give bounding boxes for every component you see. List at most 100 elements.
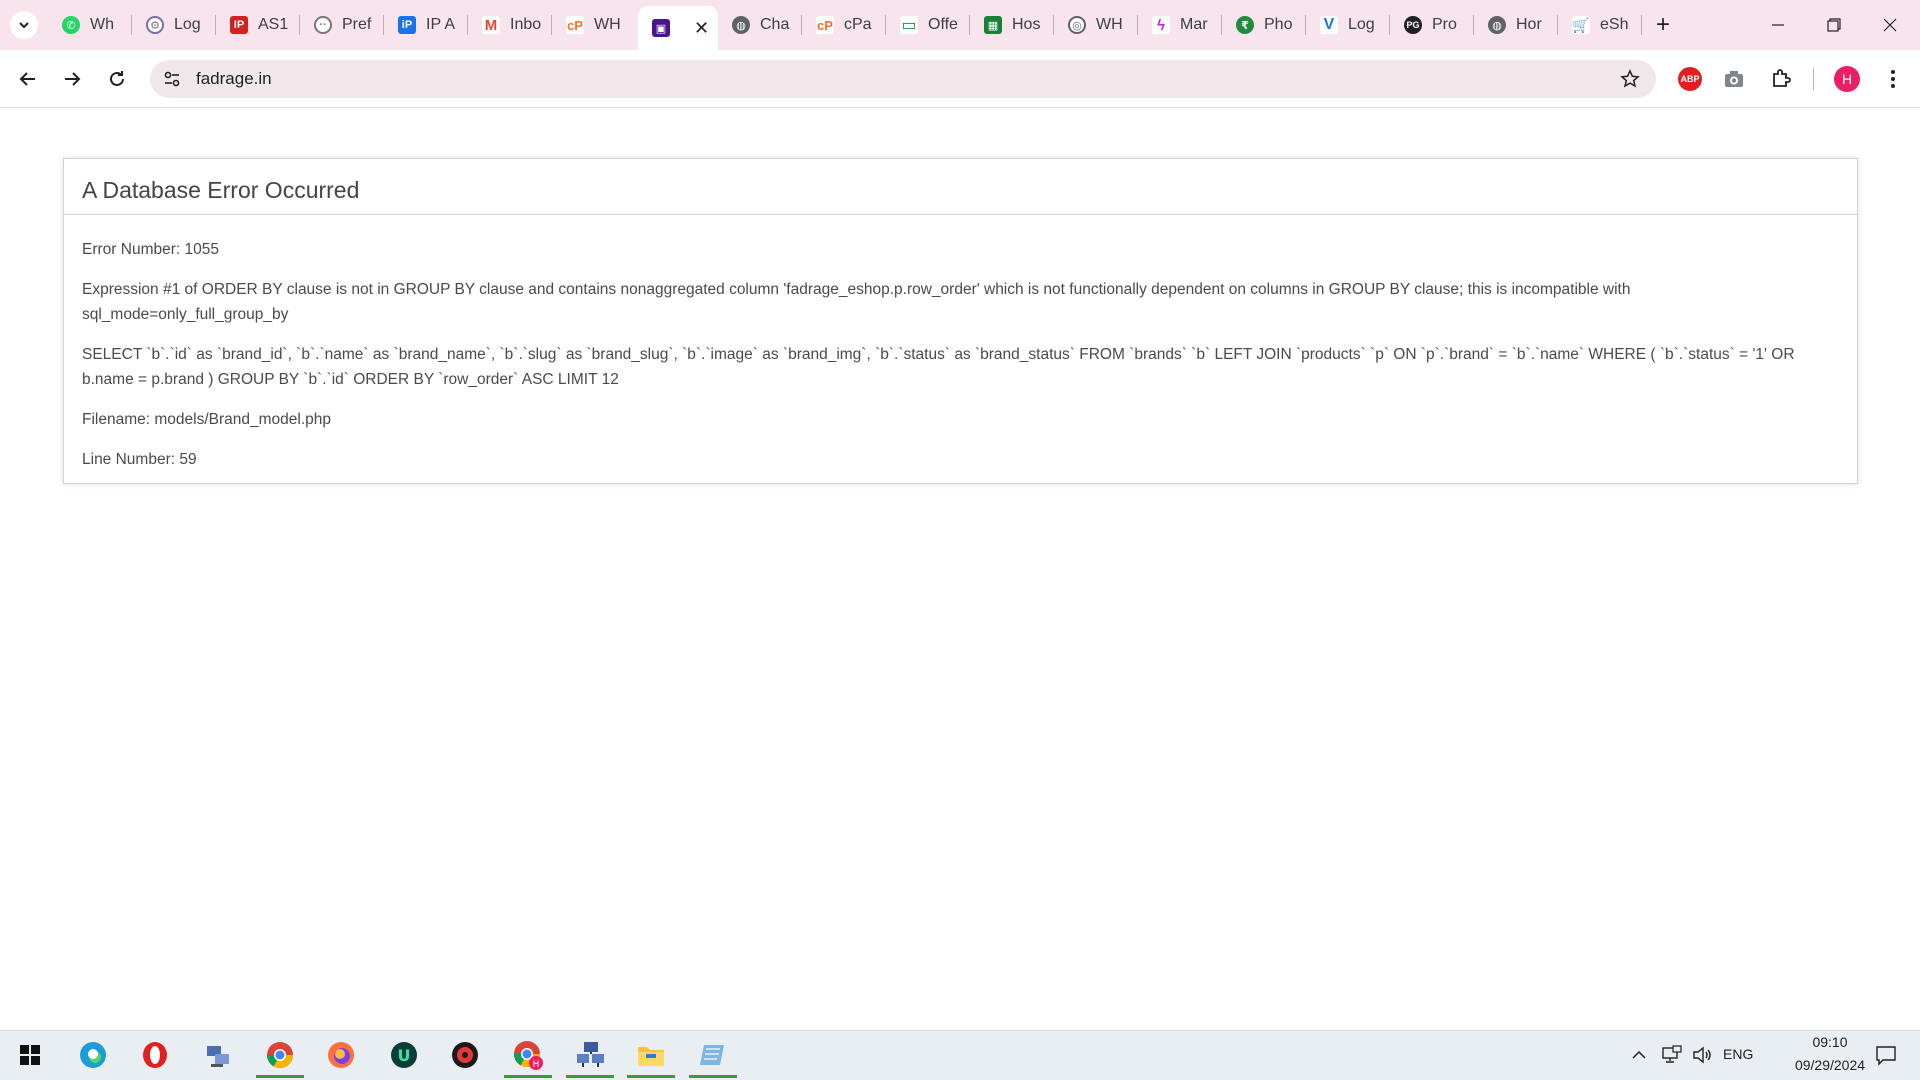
profile-avatar[interactable]: H: [1834, 66, 1860, 92]
file-explorer-icon[interactable]: [623, 1032, 679, 1078]
error-panel: A Database Error Occurred Error Number: …: [63, 158, 1858, 484]
tab-login-v[interactable]: V Log: [1306, 0, 1390, 50]
new-tab-button[interactable]: +: [1650, 11, 1676, 38]
whatsapp-icon: ✆: [62, 16, 80, 34]
pg-icon: PG: [1404, 16, 1422, 34]
volume-icon[interactable]: [1688, 1032, 1716, 1078]
tab-ip-address[interactable]: iP IP A: [384, 0, 468, 50]
tab-title: Wh: [90, 16, 114, 33]
site-info-icon[interactable]: [160, 67, 184, 91]
camera-icon[interactable]: [1721, 66, 1747, 92]
tab-title: Pro: [1432, 16, 1457, 33]
tab-title: Pref: [342, 16, 372, 33]
globe-icon: ◍: [1488, 16, 1506, 34]
extensions-puzzle-icon[interactable]: [1768, 66, 1794, 92]
cart-icon: 🛒: [1572, 16, 1590, 34]
tab-phonepe[interactable]: ₹ Pho: [1222, 0, 1306, 50]
network-icon[interactable]: [1658, 1032, 1686, 1078]
tab-title: Inbo: [510, 16, 542, 33]
browser-toolbar: fadrage.in ABP: [0, 50, 1920, 108]
tab-login[interactable]: ⚙ Log: [132, 0, 216, 50]
forward-button[interactable]: [56, 63, 88, 95]
tab-active-store[interactable]: ▣ ✕: [638, 6, 718, 50]
gear-globe-icon: ⚙: [146, 16, 164, 34]
tab-as1[interactable]: IP AS1: [216, 0, 300, 50]
reload-button[interactable]: [101, 63, 133, 95]
error-number: Error Number: 1055: [82, 241, 219, 258]
tab-title: Offe: [928, 16, 958, 33]
tab-title: IP A: [426, 16, 456, 33]
arrow-left-icon: [19, 72, 35, 86]
minimize-button[interactable]: [1750, 0, 1806, 50]
wh-icon: ◎: [1068, 16, 1086, 34]
kotlin-icon: ϟ: [1152, 16, 1170, 34]
url-text[interactable]: fadrage.in: [196, 69, 272, 89]
error-body: Error Number: 1055 Expression #1 of ORDE…: [64, 215, 1857, 472]
back-button[interactable]: [12, 63, 44, 95]
tab-strip: ✆ Wh ⚙ Log IP AS1 ·· Pref iP IP A M Inbo…: [0, 0, 1920, 50]
toolbar-divider: [1813, 68, 1814, 90]
cpanel-icon: cP: [566, 16, 584, 34]
clock-time[interactable]: 09:10: [1790, 1034, 1870, 1050]
notepad-icon[interactable]: [685, 1032, 741, 1078]
chrome-profile-icon[interactable]: H: [500, 1032, 556, 1078]
more-menu-icon[interactable]: [1880, 66, 1906, 92]
monitor-icon: ▭: [900, 16, 918, 34]
globe-icon: ◍: [732, 16, 750, 34]
firefox-icon[interactable]: [313, 1032, 369, 1078]
v-icon: V: [1320, 16, 1338, 34]
sheets-icon: ▦: [984, 16, 1002, 34]
tab-mar[interactable]: ϟ Mar: [1138, 0, 1222, 50]
cpanel-icon: cP: [816, 16, 834, 34]
tab-search-button[interactable]: [10, 11, 38, 39]
error-query: SELECT `b`.`id` as `brand_id`, `b`.`name…: [82, 346, 1795, 388]
tab-whatsapp[interactable]: ✆ Wh: [48, 0, 132, 50]
tab-title: Hor: [1516, 16, 1542, 33]
svg-text:U: U: [398, 1046, 411, 1065]
bookmark-star-icon[interactable]: [1618, 67, 1642, 91]
adblock-plus-icon[interactable]: ABP: [1677, 66, 1703, 92]
tab-home[interactable]: ◍ Hor: [1474, 0, 1558, 50]
notifications-icon[interactable]: [1866, 1032, 1906, 1078]
tab-title: Hos: [1012, 16, 1041, 33]
network-transfer-icon[interactable]: [562, 1032, 618, 1078]
chrome-icon[interactable]: [252, 1032, 308, 1078]
tab-list: ✆ Wh ⚙ Log IP AS1 ·· Pref iP IP A M Inbo…: [48, 0, 1642, 50]
chevron-down-icon: [19, 22, 29, 29]
phonepe-icon: ₹: [1236, 16, 1254, 34]
address-bar[interactable]: fadrage.in: [150, 60, 1656, 98]
tab-hosting-sheet[interactable]: ▦ Hos: [970, 0, 1054, 50]
u-app-icon[interactable]: U: [376, 1032, 432, 1078]
tab-chat[interactable]: ◍ Cha: [718, 0, 802, 50]
tab-pro[interactable]: PG Pro: [1390, 0, 1474, 50]
dots-icon: ··: [314, 16, 332, 34]
tab-offers[interactable]: ▭ Offe: [886, 0, 970, 50]
store-icon: ▣: [652, 19, 670, 37]
red-app-icon[interactable]: [437, 1032, 493, 1078]
close-icon[interactable]: ✕: [694, 18, 709, 39]
svg-text:H: H: [533, 1060, 540, 1070]
reload-icon: [110, 71, 124, 86]
tab-eshop[interactable]: 🛒 eSh: [1558, 0, 1642, 50]
tab-title: Mar: [1180, 16, 1208, 33]
ip-icon: IP: [230, 16, 248, 34]
tab-preferences[interactable]: ·· Pref: [300, 0, 384, 50]
language-indicator[interactable]: ENG: [1723, 1046, 1753, 1062]
tab-title: WH: [1096, 16, 1123, 33]
windows-start-icon[interactable]: [2, 1032, 58, 1078]
tab-cpanel[interactable]: cP cPa: [802, 0, 886, 50]
arrow-right-icon: [65, 72, 81, 86]
close-window-button[interactable]: [1862, 0, 1918, 50]
tab-wh-cpanel[interactable]: cP WH: [552, 0, 636, 50]
tab-wh[interactable]: ◎ WH: [1054, 0, 1138, 50]
opera-icon[interactable]: [127, 1032, 183, 1078]
restore-button[interactable]: [1806, 0, 1862, 50]
tab-title: Cha: [760, 16, 790, 33]
show-hidden-icons-chevron-icon[interactable]: [1626, 1032, 1652, 1078]
error-filename: Filename: models/Brand_model.php: [82, 411, 331, 428]
network-app-icon[interactable]: [190, 1032, 246, 1078]
tab-inbox[interactable]: M Inbo: [468, 0, 552, 50]
gmail-icon: M: [482, 16, 500, 34]
edge-icon[interactable]: [65, 1032, 121, 1078]
tab-title: Log: [1348, 16, 1375, 33]
